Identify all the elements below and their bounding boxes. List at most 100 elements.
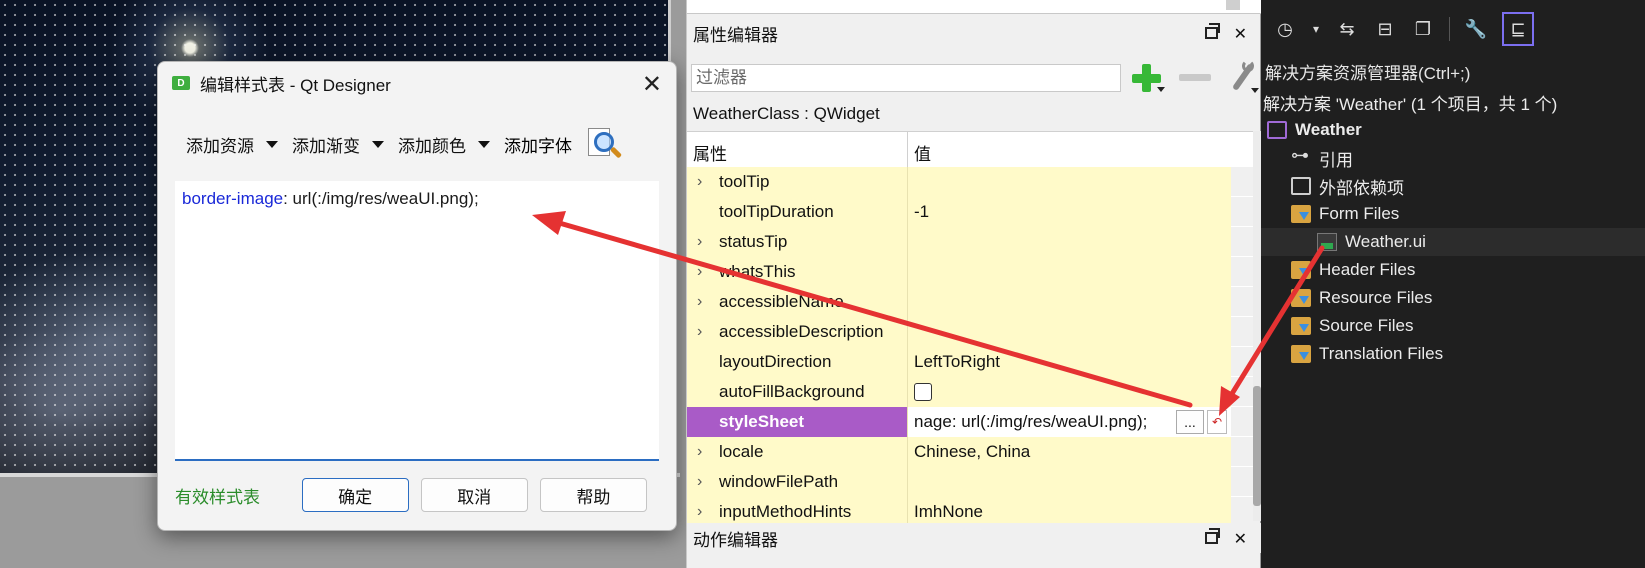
edit-stylesheet-button[interactable]: ... — [1176, 409, 1204, 434]
add-dynamic-property-icon[interactable] — [1129, 61, 1166, 95]
property-row-accessibledescription[interactable]: › accessibleDescription — [687, 316, 1261, 347]
chevron-right-icon[interactable]: › — [697, 173, 719, 191]
history-icon[interactable]: ◷ — [1273, 17, 1297, 41]
property-value-cell[interactable] — [908, 286, 1231, 317]
cancel-button[interactable]: 取消 — [420, 478, 528, 512]
header-files-label: Header Files — [1319, 260, 1416, 279]
preview-icon[interactable]: ⊑ — [1502, 12, 1534, 46]
dropdown-caret-icon[interactable]: ▾ — [1311, 17, 1321, 41]
add-resource-menu[interactable]: 添加资源 — [186, 132, 278, 157]
property-column-header[interactable]: 属性 — [687, 132, 908, 167]
close-icon[interactable]: ✕ — [642, 70, 662, 99]
property-row-accessiblename[interactable]: › accessibleName — [687, 286, 1261, 317]
property-table: 属性 值 › toolTip toolTipDuration -1 › statusTip… — [687, 131, 1261, 527]
close-panel-icon[interactable]: ✕ — [1234, 529, 1247, 549]
property-value-cell[interactable]: LeftToRight — [908, 346, 1231, 377]
external-deps-label: 外部依赖项 — [1319, 178, 1404, 198]
filter-input[interactable] — [691, 64, 1122, 92]
property-name-cell: › accessibleName — [687, 286, 908, 317]
tree-item-header-files[interactable]: Header Files — [1261, 256, 1645, 284]
valid-stylesheet-status: 有效样式表 — [175, 487, 260, 507]
stylesheet-text-editor[interactable]: border-image: url(:/img/res/weaUI.png); — [175, 181, 659, 461]
add-color-label: 添加颜色 — [398, 136, 466, 156]
property-name: toolTip — [719, 171, 770, 191]
property-row-layoutdirection[interactable]: layoutDirection LeftToRight — [687, 346, 1261, 377]
dialog-titlebar[interactable]: D 编辑样式表 - Qt Designer — [158, 62, 676, 104]
tree-item-form-files[interactable]: Form Files — [1261, 200, 1645, 228]
float-panel-icon[interactable] — [1204, 528, 1220, 544]
tree-item-resource-files[interactable]: Resource Files — [1261, 284, 1645, 312]
chevron-right-icon[interactable]: › — [697, 293, 719, 311]
float-panel-icon[interactable] — [1204, 23, 1220, 39]
property-value-cell[interactable] — [908, 376, 1231, 407]
property-row-stylesheet[interactable]: styleSheet nage: url(:/img/res/weaUI.png)… — [687, 406, 1261, 437]
tree-item-translation-files[interactable]: Translation Files — [1261, 340, 1645, 368]
dropdown-caret-icon[interactable] — [372, 140, 384, 148]
property-row-tooltipduration[interactable]: toolTipDuration -1 — [687, 196, 1261, 227]
property-name: toolTipDuration — [719, 201, 834, 221]
configure-wrench-icon[interactable] — [1223, 60, 1260, 96]
tree-item-external-deps[interactable]: 外部依赖项 — [1261, 172, 1645, 200]
property-name: layoutDirection — [719, 351, 832, 371]
property-value-cell[interactable]: -1 — [908, 196, 1231, 227]
chevron-right-icon[interactable]: › — [697, 263, 719, 281]
property-value-cell[interactable] — [908, 256, 1231, 287]
chevron-right-icon[interactable]: › — [697, 443, 719, 461]
reset-icon[interactable]: ↶ — [1207, 409, 1227, 434]
property-row-whatsthis[interactable]: › whatsThis — [687, 256, 1261, 287]
dropdown-caret-icon[interactable] — [478, 140, 490, 148]
add-color-menu[interactable]: 添加颜色 — [398, 132, 490, 157]
tree-item-references[interactable]: 引用 — [1261, 144, 1645, 172]
property-value-cell[interactable] — [908, 466, 1231, 497]
remove-dynamic-property-icon[interactable] — [1177, 61, 1212, 95]
property-row-autofillbackground[interactable]: autoFillBackground — [687, 376, 1261, 407]
property-row-tooltip[interactable]: › toolTip — [687, 166, 1261, 197]
source-files-label: Source Files — [1319, 316, 1414, 335]
property-table-scrollbar[interactable] — [1253, 131, 1261, 521]
sync-icon[interactable]: ⇆ — [1335, 17, 1359, 41]
property-value-cell[interactable] — [908, 166, 1231, 197]
property-row-statustip[interactable]: › statusTip — [687, 226, 1261, 257]
help-button[interactable]: 帮助 — [539, 478, 647, 512]
property-row-locale[interactable]: › locale Chinese, China — [687, 436, 1261, 467]
property-editor-panel: 属性编辑器 ✕ WeatherClass : QWidget 属性 值 ›too… — [686, 0, 1261, 568]
ok-button[interactable]: 确定 — [301, 478, 409, 512]
property-value-cell[interactable]: Chinese, China — [908, 436, 1231, 467]
property-table-header: 属性 值 — [687, 131, 1261, 167]
solution-toolbar: ◷ ▾ ⇆ ⊟ ❐ 🔧 ⊑ — [1273, 10, 1534, 48]
property-row-windowfilepath[interactable]: › windowFilePath — [687, 466, 1261, 497]
scrollbar-thumb[interactable] — [1253, 386, 1261, 506]
autofill-checkbox[interactable] — [914, 382, 932, 401]
solution-search-box[interactable]: 解决方案资源管理器(Ctrl+;) — [1261, 56, 1645, 86]
chevron-right-icon[interactable]: › — [697, 503, 719, 521]
property-value-cell[interactable]: ImhNone — [908, 496, 1231, 527]
property-name: styleSheet — [719, 411, 805, 431]
property-name: statusTip — [719, 231, 788, 251]
properties-wrench-icon[interactable]: 🔧 — [1464, 17, 1488, 41]
chevron-right-icon[interactable]: › — [697, 323, 719, 341]
property-name-cell: › toolTip — [687, 166, 908, 197]
add-font-button[interactable]: 添加字体 — [504, 132, 572, 157]
dialog-footer: 有效样式表 确定 取消 帮助 — [175, 478, 659, 512]
value-column-header[interactable]: 值 — [908, 132, 937, 167]
upper-scrollbar[interactable] — [1226, 0, 1240, 10]
filter-folder-icon — [1291, 289, 1311, 307]
tree-item-weather-ui[interactable]: Weather.ui — [1261, 228, 1645, 256]
close-panel-icon[interactable]: ✕ — [1234, 24, 1247, 44]
property-value-cell[interactable]: nage: url(:/img/res/weaUI.png);... ↶ — [908, 406, 1231, 437]
solution-node[interactable]: 解决方案 'Weather' (1 个项目，共 1 个) — [1261, 88, 1645, 116]
dropdown-caret-icon[interactable] — [266, 140, 278, 148]
chevron-right-icon[interactable]: › — [697, 473, 719, 491]
magnifier-icon[interactable] — [586, 126, 623, 162]
property-value-cell[interactable] — [908, 316, 1231, 347]
collapse-icon[interactable]: ⊟ — [1373, 17, 1397, 41]
add-gradient-menu[interactable]: 添加渐变 — [292, 132, 384, 157]
references-icon — [1291, 145, 1311, 167]
chevron-right-icon[interactable]: › — [697, 233, 719, 251]
show-all-files-icon[interactable]: ❐ — [1411, 17, 1435, 41]
property-name-cell: toolTipDuration — [687, 196, 908, 227]
external-dependencies-icon — [1291, 177, 1311, 195]
tree-item-source-files[interactable]: Source Files — [1261, 312, 1645, 340]
property-value-cell[interactable] — [908, 226, 1231, 257]
project-node[interactable]: Weather — [1261, 116, 1645, 144]
